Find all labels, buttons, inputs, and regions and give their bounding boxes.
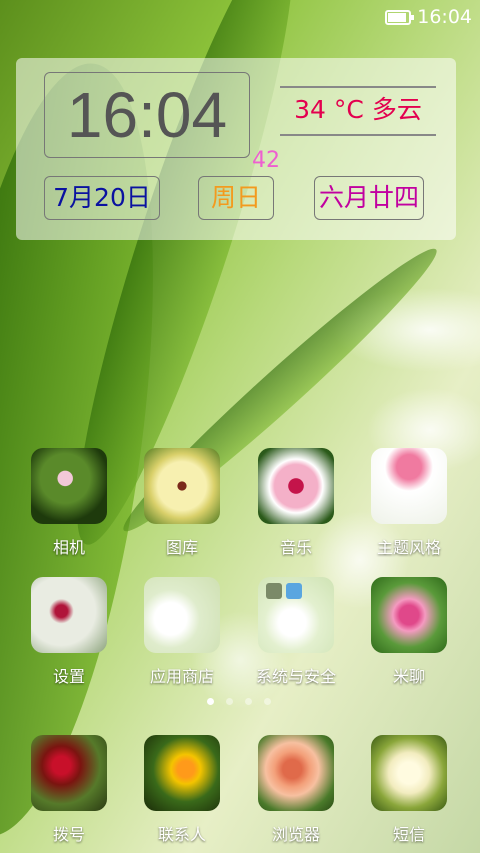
clock-weather-widget[interactable]: 16:04 34 °C 多云 42 7月20日 周日 六月廿四 <box>16 58 456 240</box>
app-label: 应用商店 <box>149 667 214 686</box>
app-label: 主题风格 <box>376 538 441 557</box>
app-theme[interactable]: 主题风格 <box>354 448 464 558</box>
folder-mini-icon <box>286 583 302 599</box>
contacts-flower-icon <box>144 735 220 811</box>
battery-icon <box>385 9 415 25</box>
page-dot[interactable] <box>264 698 271 705</box>
app-label: 短信 <box>392 825 425 844</box>
status-bar: 16:04 <box>0 0 480 36</box>
weekday-chip[interactable]: 周日 <box>198 176 274 220</box>
widget-aux-number: 42 <box>252 148 280 173</box>
app-miliao[interactable]: 米聊 <box>354 577 464 687</box>
gallery-flower-icon <box>144 448 220 524</box>
app-dialer[interactable]: 拨号 <box>14 735 124 845</box>
system-security-folder-icon <box>258 577 334 653</box>
status-time: 16:04 <box>417 6 472 28</box>
app-label: 联系人 <box>157 825 206 844</box>
app-music[interactable]: 音乐 <box>241 448 351 558</box>
page-dot[interactable] <box>207 698 214 705</box>
date-chip[interactable]: 7月20日 <box>44 176 160 220</box>
weather-divider-bottom <box>280 134 436 136</box>
dialer-flower-icon <box>31 735 107 811</box>
settings-flower-icon <box>31 577 107 653</box>
weather-text[interactable]: 34 °C 多云 <box>280 90 436 126</box>
page-dot[interactable] <box>226 698 233 705</box>
weather-divider-top <box>280 86 436 88</box>
app-camera[interactable]: 相机 <box>14 448 124 558</box>
app-label: 浏览器 <box>271 825 320 844</box>
widget-clock[interactable]: 16:04 <box>44 72 250 158</box>
miliao-flower-icon <box>371 577 447 653</box>
app-messages[interactable]: 短信 <box>354 735 464 845</box>
app-settings[interactable]: 设置 <box>14 577 124 687</box>
app-store[interactable]: 应用商店 <box>127 577 237 687</box>
browser-flower-icon <box>258 735 334 811</box>
folder-system-security[interactable]: 系统与安全 <box>241 577 351 687</box>
page-indicator[interactable] <box>207 698 271 705</box>
app-gallery[interactable]: 图库 <box>127 448 237 558</box>
app-label: 系统与安全 <box>255 667 336 686</box>
folder-mini-icon <box>266 583 282 599</box>
messages-flower-icon <box>371 735 447 811</box>
app-label: 设置 <box>52 667 85 686</box>
page-dot[interactable] <box>245 698 252 705</box>
app-label: 相机 <box>52 538 85 557</box>
theme-flower-icon <box>371 448 447 524</box>
music-flower-icon <box>258 448 334 524</box>
app-label: 图库 <box>165 538 198 557</box>
app-label: 拨号 <box>52 825 85 844</box>
app-label: 音乐 <box>279 538 312 557</box>
app-store-flower-icon <box>144 577 220 653</box>
app-browser[interactable]: 浏览器 <box>241 735 351 845</box>
app-contacts[interactable]: 联系人 <box>127 735 237 845</box>
camera-flower-icon <box>31 448 107 524</box>
app-label: 米聊 <box>392 667 425 686</box>
lunar-date-chip[interactable]: 六月廿四 <box>314 176 424 220</box>
